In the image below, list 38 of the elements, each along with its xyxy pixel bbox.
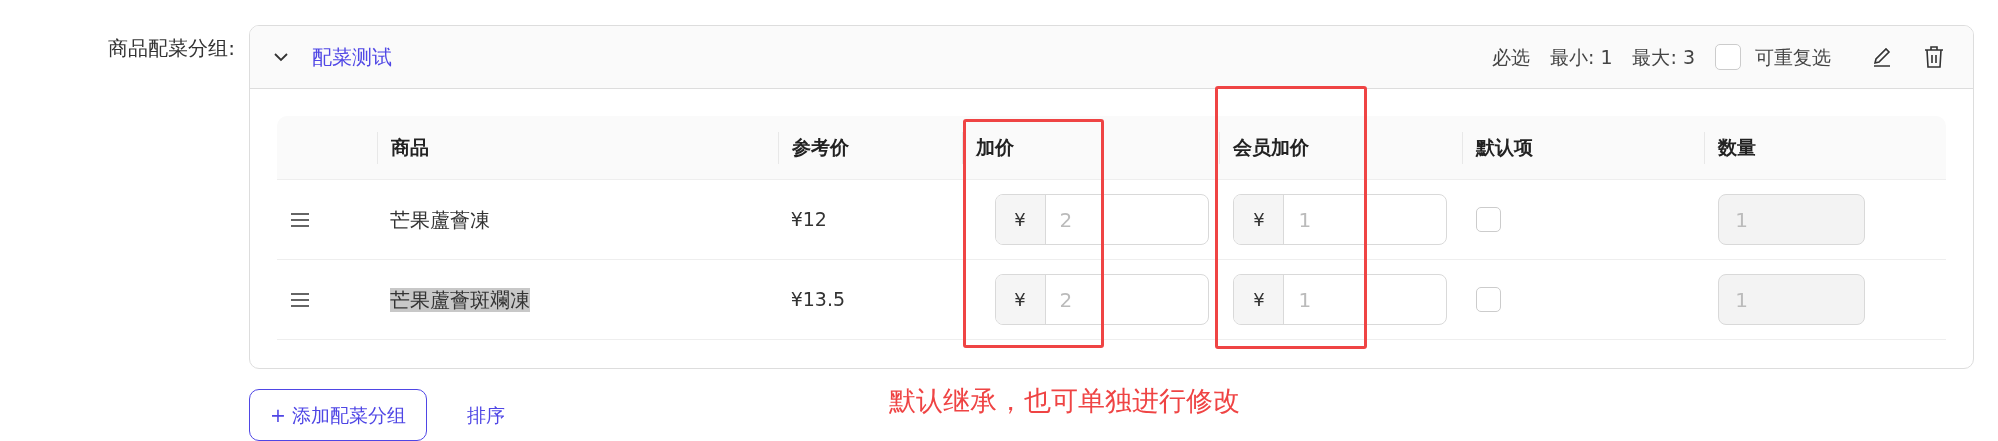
price-field[interactable]: ¥ 2 xyxy=(994,274,1209,325)
group-name-link[interactable]: 配菜测试 xyxy=(312,42,392,72)
checkbox[interactable] xyxy=(1715,44,1741,70)
column-header: 默认项 xyxy=(1476,135,1534,161)
checkbox-label: 可重复选 xyxy=(1755,44,1831,70)
currency-prefix: ¥ xyxy=(995,275,1046,324)
product-name: 芒果蘆薈斑斕凍 xyxy=(389,287,530,312)
column-header: 会员加价 xyxy=(1233,135,1310,161)
max-label: 最大: 3 xyxy=(1632,44,1695,70)
field-label: 商品配菜分组: xyxy=(108,35,235,62)
currency-prefix: ¥ xyxy=(1234,275,1285,324)
reference-price: ¥13.5 xyxy=(790,288,846,311)
column-header: 数量 xyxy=(1718,135,1757,161)
product-name: 芒果蘆薈凍 xyxy=(389,207,490,232)
checkbox[interactable] xyxy=(1476,207,1502,232)
drag-handle-icon[interactable] xyxy=(290,211,310,228)
min-label: 最小: 1 xyxy=(1549,44,1613,70)
add-group-button[interactable]: + 添加配菜分组 xyxy=(249,389,427,441)
column-header: 参考价 xyxy=(791,135,849,161)
drag-handle-icon[interactable] xyxy=(290,291,310,308)
price-field[interactable]: ¥ 1 xyxy=(1233,274,1448,325)
column-header: 加价 xyxy=(975,135,1014,161)
column-header: 商品 xyxy=(390,135,429,161)
edit-icon[interactable] xyxy=(1871,46,1893,68)
price-input[interactable]: 2 xyxy=(1045,275,1208,324)
checkbox[interactable] xyxy=(1476,287,1502,312)
annotation-text: 默认继承，也可单独进行修改 xyxy=(889,384,1240,418)
price-input[interactable]: 2 xyxy=(1045,195,1208,244)
price-field[interactable]: ¥ 2 xyxy=(994,194,1209,245)
price-field[interactable]: ¥ 1 xyxy=(1233,194,1448,245)
price-input[interactable]: 1 xyxy=(1284,195,1447,244)
sort-button[interactable]: 排序 xyxy=(446,400,525,430)
trash-icon[interactable] xyxy=(1923,45,1945,69)
reference-price: ¥12 xyxy=(790,208,827,231)
currency-prefix: ¥ xyxy=(995,195,1046,244)
currency-prefix: ¥ xyxy=(1234,195,1285,244)
price-input[interactable]: 1 xyxy=(1284,275,1447,324)
required-label: 必选 xyxy=(1491,44,1530,70)
